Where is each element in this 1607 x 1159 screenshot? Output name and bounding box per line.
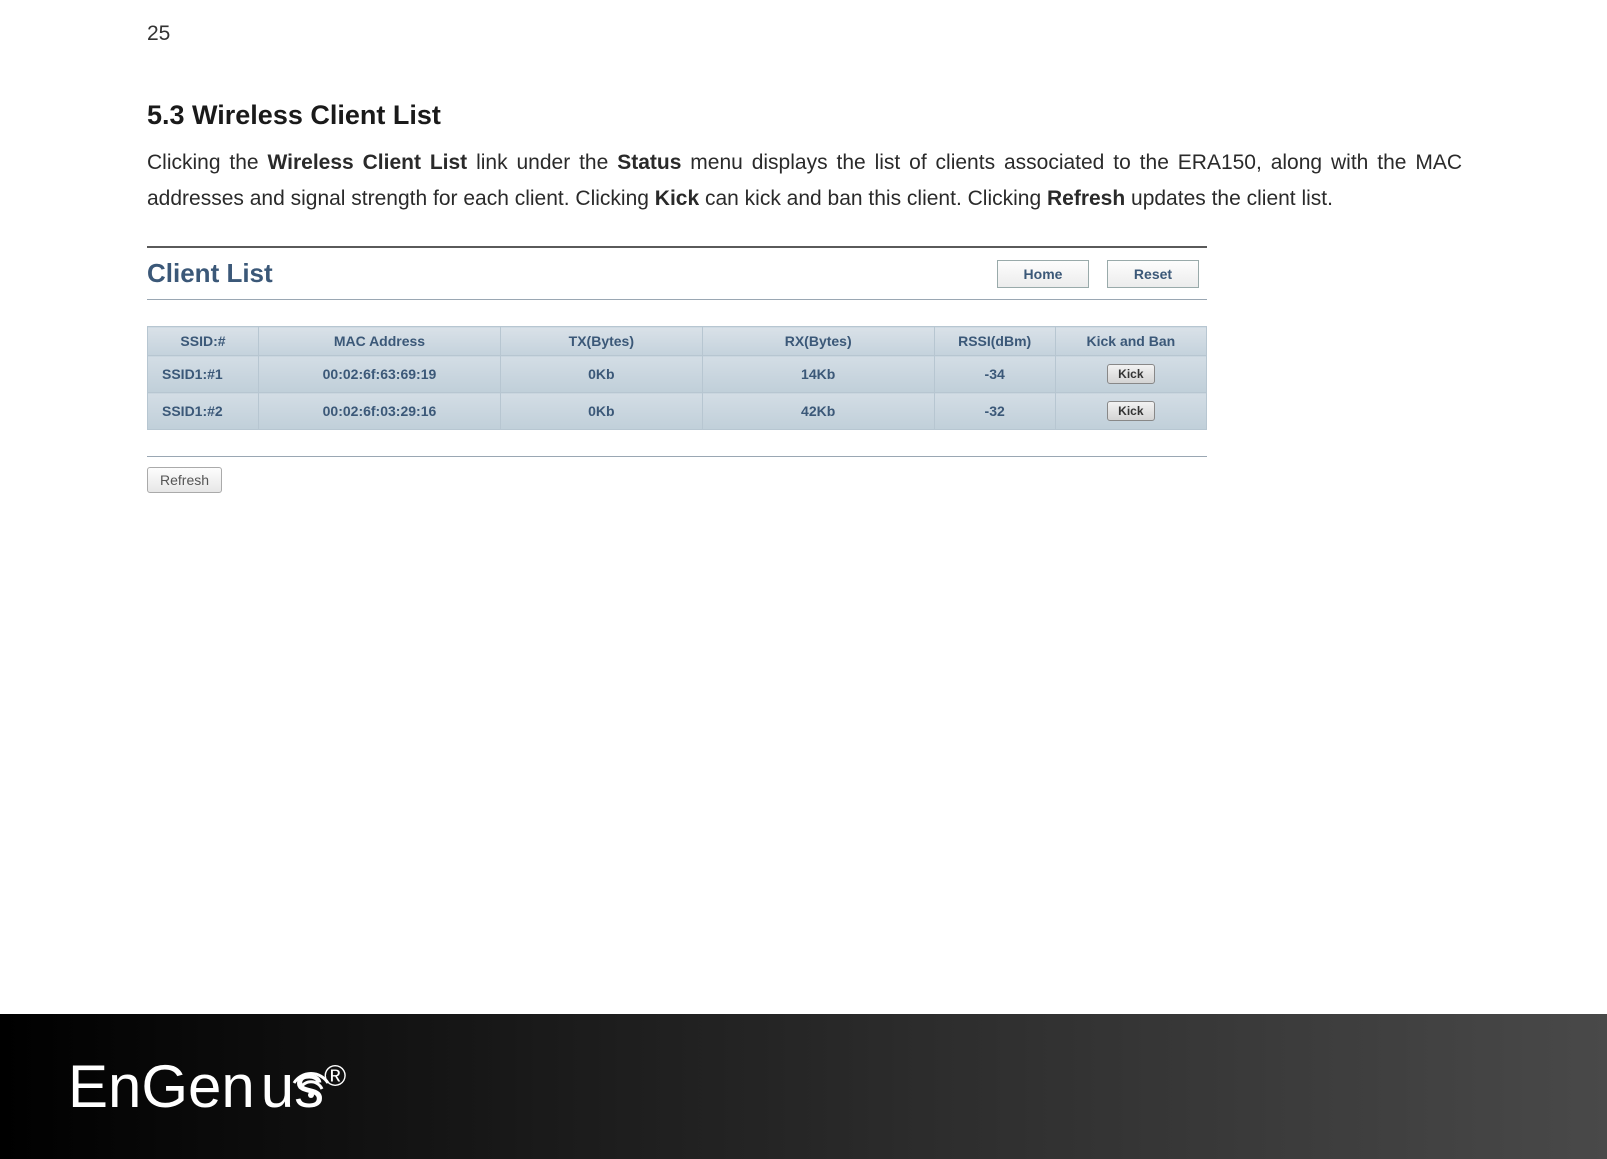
brand-logo: EnGenus®	[68, 1052, 346, 1121]
cell-mac: 00:02:6f:63:69:19	[258, 356, 500, 393]
text: can kick and ban this client. Clicking	[699, 187, 1047, 210]
section-heading: 5.3 Wireless Client List	[147, 100, 1462, 131]
header-buttons: Home Reset	[997, 260, 1199, 288]
col-kick: Kick and Ban	[1055, 327, 1206, 356]
cell-rssi: -32	[934, 393, 1055, 430]
cell-rx: 14Kb	[702, 356, 934, 393]
footer-bar: EnGenus®	[0, 1014, 1607, 1159]
cell-ssid: SSID1:#2	[148, 393, 259, 430]
ui-screenshot: Client List Home Reset SSID:# MAC Addres…	[147, 246, 1207, 493]
brand-text-1: EnGen	[68, 1053, 255, 1120]
kick-button[interactable]: Kick	[1107, 401, 1154, 421]
cell-tx: 0Kb	[500, 356, 702, 393]
cell-tx: 0Kb	[500, 393, 702, 430]
wifi-icon	[288, 1046, 334, 1115]
cell-rx: 42Kb	[702, 393, 934, 430]
table-header-row: SSID:# MAC Address TX(Bytes) RX(Bytes) R…	[148, 327, 1207, 356]
section-paragraph: Clicking the Wireless Client List link u…	[147, 145, 1462, 216]
bold-text: Wireless Client List	[268, 151, 468, 174]
home-button[interactable]: Home	[997, 260, 1089, 288]
cell-ssid: SSID1:#1	[148, 356, 259, 393]
bold-text: Kick	[655, 187, 699, 210]
col-rssi: RSSI(dBm)	[934, 327, 1055, 356]
bold-text: Refresh	[1047, 187, 1125, 210]
reset-button[interactable]: Reset	[1107, 260, 1199, 288]
page-number: 25	[147, 22, 170, 46]
cell-kick: Kick	[1055, 393, 1206, 430]
text: updates the client list.	[1125, 187, 1333, 210]
col-ssid: SSID:#	[148, 327, 259, 356]
table-row: SSID1:#1 00:02:6f:63:69:19 0Kb 14Kb -34 …	[148, 356, 1207, 393]
ui-header: Client List Home Reset	[147, 254, 1207, 300]
text: Clicking the	[147, 151, 268, 174]
table-row: SSID1:#2 00:02:6f:03:29:16 0Kb 42Kb -32 …	[148, 393, 1207, 430]
cell-kick: Kick	[1055, 356, 1206, 393]
kick-button[interactable]: Kick	[1107, 364, 1154, 384]
text: link under the	[467, 151, 617, 174]
divider	[147, 456, 1207, 457]
refresh-button[interactable]: Refresh	[147, 467, 222, 493]
col-rx: RX(Bytes)	[702, 327, 934, 356]
cell-rssi: -34	[934, 356, 1055, 393]
content-area: 5.3 Wireless Client List Clicking the Wi…	[147, 100, 1462, 493]
col-mac: MAC Address	[258, 327, 500, 356]
client-list-title: Client List	[147, 258, 273, 289]
client-list-table: SSID:# MAC Address TX(Bytes) RX(Bytes) R…	[147, 326, 1207, 430]
col-tx: TX(Bytes)	[500, 327, 702, 356]
bold-text: Status	[617, 151, 681, 174]
cell-mac: 00:02:6f:03:29:16	[258, 393, 500, 430]
